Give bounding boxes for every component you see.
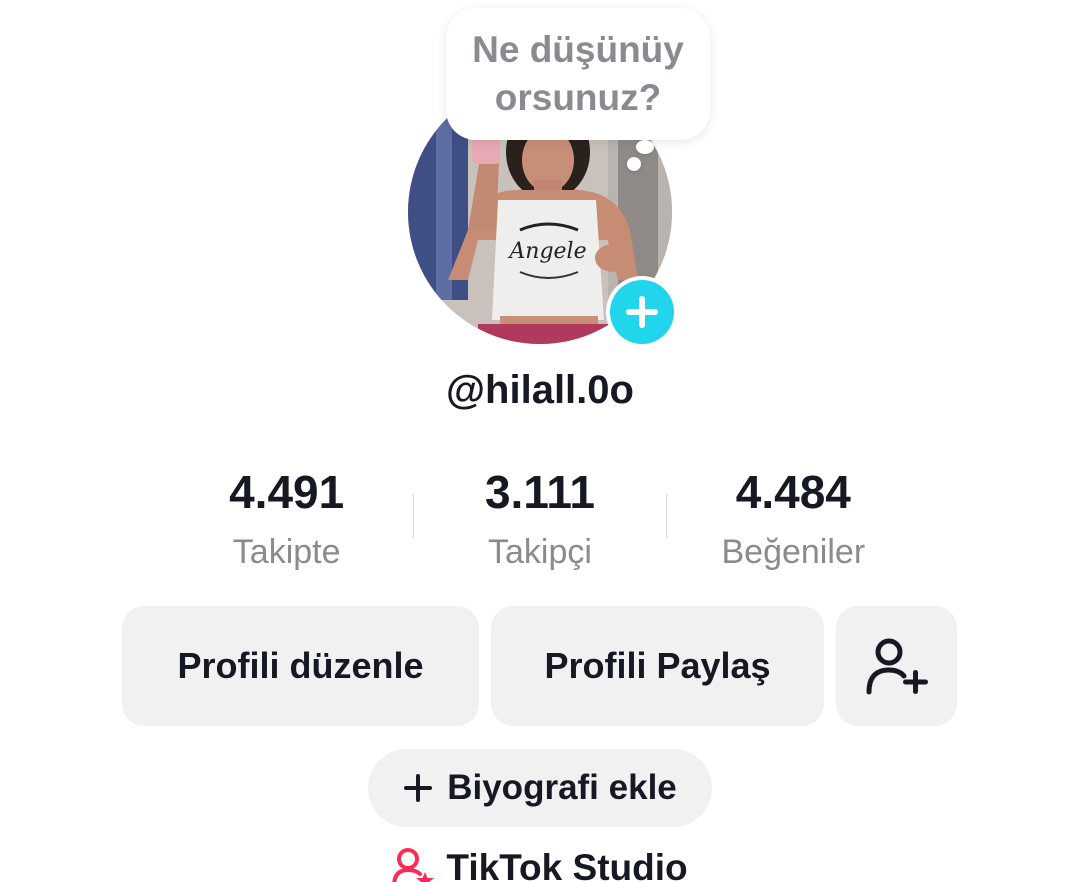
thought-bubble[interactable]: Ne düşünüy orsunuz? xyxy=(446,8,710,140)
add-user-icon xyxy=(866,638,928,695)
svg-text:Angele: Angele xyxy=(507,239,586,264)
thought-bubble-text: Ne düşünüy orsunuz? xyxy=(472,29,684,118)
edit-profile-label: Profili düzenle xyxy=(177,645,424,686)
add-story-button[interactable] xyxy=(606,276,678,348)
stat-likes-label: Beğeniler xyxy=(721,533,866,571)
share-profile-label: Profili Paylaş xyxy=(544,645,771,686)
add-story-circle xyxy=(610,280,674,344)
stat-likes-value: 4.484 xyxy=(735,466,851,518)
stat-following-value: 4.491 xyxy=(229,466,345,518)
stat-followers[interactable]: 3.111 Takipçi xyxy=(413,462,666,582)
stat-following-label: Takipte xyxy=(232,533,341,571)
tiktok-studio-link[interactable]: TikTok Studio xyxy=(0,846,1080,882)
share-profile-button[interactable]: Profili Paylaş xyxy=(491,606,824,726)
stat-following[interactable]: 4.491 Takipte xyxy=(160,462,413,582)
username: @hilall.0o xyxy=(446,368,634,412)
add-bio-button[interactable]: Biyografi ekle xyxy=(368,749,712,827)
profile-screen: Angele Ne düşünüy orsunuz? @hilall.0o 4.… xyxy=(0,0,1080,882)
studio-user-icon xyxy=(392,848,435,882)
stats-row: 4.491 Takipte 3.111 Takipçi 4.484 Beğeni… xyxy=(160,462,920,582)
stat-likes[interactable]: 4.484 Beğeniler xyxy=(667,462,920,582)
plus-icon xyxy=(404,774,433,802)
tiktok-studio-label: TikTok Studio xyxy=(446,847,688,882)
stat-followers-label: Takipçi xyxy=(488,533,592,571)
thought-bubble-tail-large xyxy=(636,140,654,154)
stat-followers-value: 3.111 xyxy=(484,466,596,518)
add-friends-button[interactable] xyxy=(836,606,957,726)
thought-bubble-tail-small xyxy=(627,157,641,171)
add-bio-label: Biyografi ekle xyxy=(447,768,677,807)
plus-icon xyxy=(626,296,658,328)
edit-profile-button[interactable]: Profili düzenle xyxy=(122,606,479,726)
